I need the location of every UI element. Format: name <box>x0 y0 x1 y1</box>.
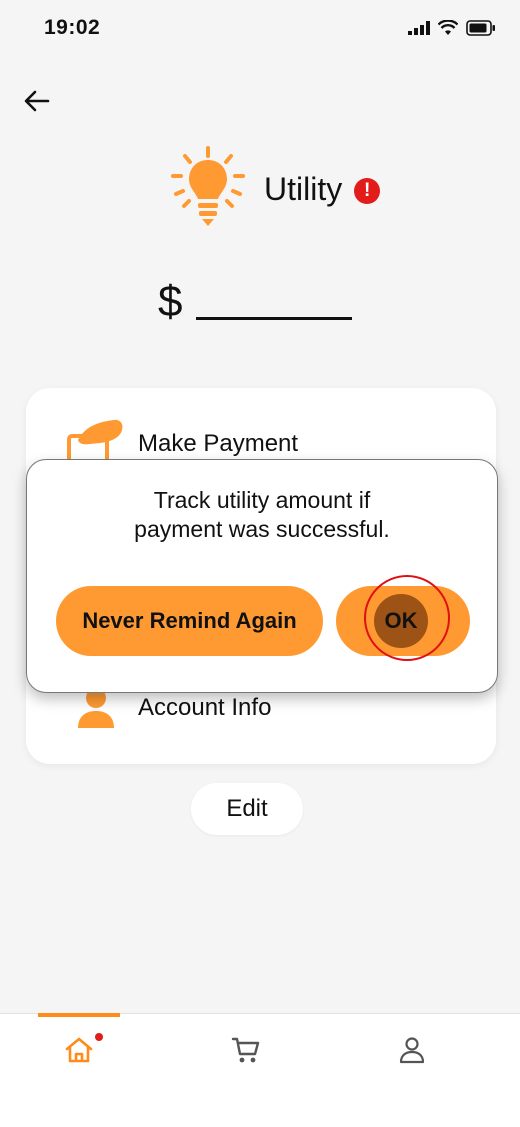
utility-header: Utility ! <box>170 146 381 232</box>
status-time: 19:02 <box>44 16 101 39</box>
wifi-icon <box>438 20 458 35</box>
cart-icon <box>231 1037 260 1063</box>
click-highlight-ring <box>364 575 450 661</box>
amount-underline <box>196 317 353 320</box>
amount-field[interactable]: $ <box>158 277 353 326</box>
profile-icon <box>399 1037 425 1064</box>
nav-profile[interactable] <box>392 1030 432 1070</box>
arrow-left-icon <box>24 90 50 112</box>
menu-item-label: Make Payment <box>138 430 299 457</box>
back-button[interactable] <box>22 86 52 116</box>
notification-dot <box>95 1033 103 1041</box>
dialog-message: Track utility amount if payment was succ… <box>47 486 477 544</box>
lightbulb-icon <box>171 146 245 226</box>
status-icons <box>408 20 496 36</box>
currency-symbol: $ <box>158 277 183 326</box>
never-remind-button[interactable]: Never Remind Again <box>56 586 323 656</box>
bottom-nav <box>0 1013 520 1127</box>
dialog-message-line: payment was successful. <box>134 516 390 542</box>
ok-button[interactable]: OK <box>336 575 470 661</box>
active-tab-indicator <box>38 1013 120 1017</box>
nav-home[interactable] <box>59 1030 103 1070</box>
reminder-dialog: Track utility amount if payment was succ… <box>26 459 498 693</box>
alert-icon[interactable]: ! <box>354 178 381 204</box>
dialog-message-line: Track utility amount if <box>153 487 371 513</box>
page-title: Utility <box>264 170 343 207</box>
battery-icon <box>466 20 495 36</box>
menu-item-label: Account Info <box>138 694 272 721</box>
edit-button[interactable]: Edit <box>191 783 303 835</box>
home-icon <box>65 1037 93 1063</box>
signal-icon <box>408 21 430 35</box>
nav-cart[interactable] <box>226 1030 266 1070</box>
